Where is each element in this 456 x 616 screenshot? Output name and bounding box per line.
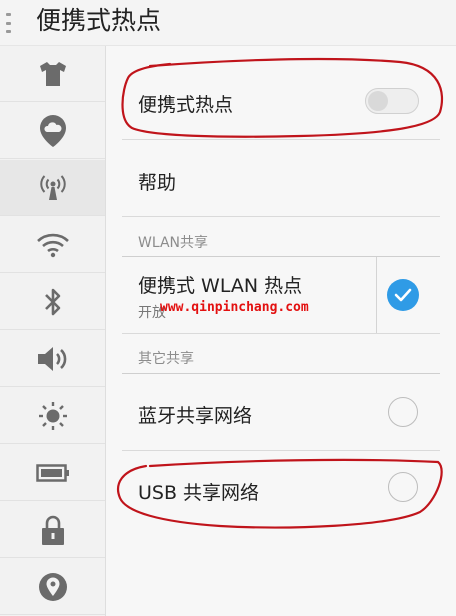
help-label: 帮助 <box>138 172 177 194</box>
sidebar-item-theme[interactable] <box>0 46 105 102</box>
cloud-icon <box>39 114 66 147</box>
sidebar-item-location[interactable] <box>0 559 105 615</box>
sidebar-item-wifi[interactable] <box>0 217 105 273</box>
usb-share-label: USB 共享网络 <box>138 482 260 504</box>
vertical-dots-icon[interactable] <box>5 13 11 33</box>
lock-icon <box>41 515 64 545</box>
other-section-header: 其它共享 <box>138 351 194 367</box>
brightness-icon <box>38 401 67 430</box>
wlan-hotspot-checkbox[interactable] <box>387 279 419 311</box>
bluetooth-share-checkbox[interactable] <box>388 397 418 427</box>
checkmark-icon <box>394 288 412 302</box>
sidebar-item-cloud[interactable] <box>0 103 105 159</box>
sidebar-item-battery[interactable] <box>0 445 105 501</box>
settings-sidebar <box>0 46 106 616</box>
usb-share-row[interactable]: USB 共享网络 <box>122 451 440 528</box>
sidebar-item-hotspot[interactable] <box>0 160 105 216</box>
help-row[interactable]: 帮助 <box>122 140 440 217</box>
battery-icon <box>35 463 69 482</box>
hotspot-antenna-icon <box>39 174 66 200</box>
hotspot-settings-panel: 便携式热点 帮助 WLAN共享 便携式 WLAN 热点 开放 其它共享 蓝牙共享… <box>106 46 456 616</box>
wifi-icon <box>36 233 69 257</box>
volume-icon <box>37 346 66 371</box>
sidebar-item-sound[interactable] <box>0 331 105 387</box>
bluetooth-share-row[interactable]: 蓝牙共享网络 <box>122 374 440 451</box>
bluetooth-icon <box>44 288 60 315</box>
watermark-text: www.qinpinchang.com <box>160 300 309 315</box>
wlan-section-header: WLAN共享 <box>138 235 209 251</box>
usb-share-checkbox[interactable] <box>388 472 418 502</box>
hotspot-toggle-switch[interactable] <box>365 88 419 114</box>
wlan-hotspot-row[interactable]: 便携式 WLAN 热点 开放 <box>122 257 440 334</box>
toggle-knob <box>368 91 388 111</box>
sidebar-item-security[interactable] <box>0 502 105 558</box>
page-title: 便携式热点 <box>36 6 162 35</box>
wlan-hotspot-label: 便携式 WLAN 热点 <box>138 275 303 297</box>
location-icon <box>38 572 67 601</box>
sidebar-item-bluetooth[interactable] <box>0 274 105 330</box>
sidebar-item-display[interactable] <box>0 388 105 444</box>
shirt-icon <box>39 61 66 86</box>
app-header: 便携式热点 <box>0 0 456 46</box>
bluetooth-share-label: 蓝牙共享网络 <box>138 405 253 427</box>
hotspot-toggle-label: 便携式热点 <box>138 94 234 116</box>
row-divider <box>376 257 377 333</box>
hotspot-toggle-row[interactable]: 便携式热点 <box>122 62 440 140</box>
